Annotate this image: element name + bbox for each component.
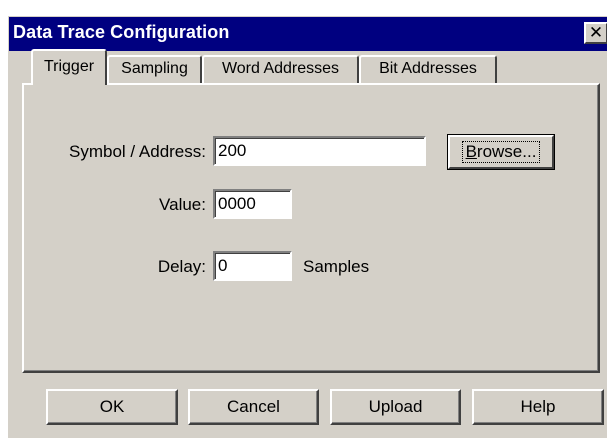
value-label: Value: — [159, 195, 206, 214]
active-tab-join — [33, 82, 105, 86]
tab-bit-addresses[interactable]: Bit Addresses — [359, 55, 497, 83]
tab-trigger-label: Trigger — [43, 58, 95, 75]
title-bar[interactable]: Data Trace Configuration ✕ — [9, 17, 607, 51]
delay-label: Delay: — [157, 257, 206, 276]
upload-button[interactable]: Upload — [330, 389, 461, 425]
browse-label: rowse... — [476, 142, 537, 161]
cancel-button[interactable]: Cancel — [188, 389, 319, 425]
tab-trigger[interactable]: Trigger — [31, 49, 107, 85]
browse-focus-rect: Browse... — [461, 141, 541, 163]
symbol-address-label: Symbol / Address: — [68, 142, 206, 161]
close-icon: ✕ — [588, 23, 604, 42]
tab-bit-addresses-label: Bit Addresses — [379, 60, 477, 77]
tab-word-addresses[interactable]: Word Addresses — [202, 55, 359, 83]
window-title: Data Trace Configuration — [13, 22, 230, 42]
trigger-tab-panel — [22, 83, 600, 373]
browse-label-mnemonic: B — [465, 142, 477, 161]
tab-word-addresses-label: Word Addresses — [221, 60, 340, 77]
help-button[interactable]: Help — [472, 389, 604, 425]
close-button[interactable]: ✕ — [584, 22, 607, 44]
browse-button[interactable]: Browse... — [447, 134, 555, 170]
tab-sampling-label: Sampling — [121, 60, 188, 77]
tab-sampling[interactable]: Sampling — [107, 55, 202, 83]
value-field[interactable]: 0000 — [213, 189, 292, 219]
delay-unit-label: Samples — [303, 257, 370, 276]
ok-button[interactable]: OK — [46, 389, 178, 425]
delay-field[interactable]: 0 — [213, 251, 292, 281]
symbol-address-field[interactable]: 200 — [213, 136, 426, 166]
